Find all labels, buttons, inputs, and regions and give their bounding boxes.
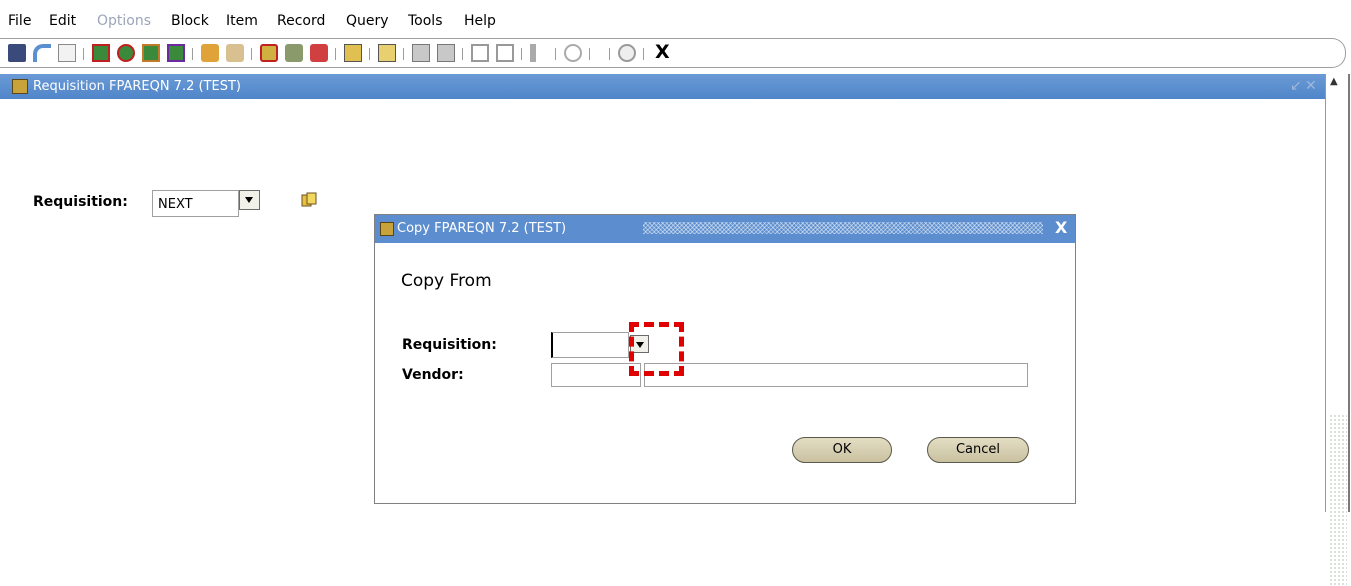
window-title: Requisition FPAREQN 7.2 (TEST)	[33, 79, 241, 94]
attachments-icon[interactable]	[412, 44, 430, 62]
vendor-id-input[interactable]	[551, 363, 641, 387]
toolbar-divider	[589, 48, 590, 60]
toolbar-divider	[521, 48, 522, 60]
dialog-app-icon	[380, 222, 394, 236]
help-icon[interactable]	[260, 44, 278, 62]
toolbar-divider	[643, 48, 644, 60]
copy-icon[interactable]	[344, 44, 362, 62]
dialog-requisition-input[interactable]	[551, 332, 629, 358]
toolbar-divider	[609, 48, 610, 60]
toolbar-divider	[369, 48, 370, 60]
menu-edit[interactable]: Edit	[49, 13, 76, 29]
copy-document-icon[interactable]	[301, 192, 317, 208]
app-icon	[12, 79, 28, 94]
close-window-icon[interactable]: ✕	[1305, 78, 1317, 94]
dialog-title: Copy FPAREQN 7.2 (TEST)	[397, 221, 567, 236]
rollback-icon[interactable]	[33, 44, 51, 62]
menu-bar: File Edit Options Block Item Record Quer…	[0, 0, 1351, 38]
insert-record-icon[interactable]	[92, 44, 110, 62]
vendor-name-input[interactable]	[644, 363, 1028, 387]
cancel-query-icon[interactable]	[310, 44, 328, 62]
requisition-dropdown-button[interactable]	[239, 190, 260, 210]
highlight-annotation	[629, 322, 684, 376]
requisition-input[interactable]: NEXT	[152, 190, 239, 217]
copy-dialog: Copy FPAREQN 7.2 (TEST) X Copy From Requ…	[374, 214, 1076, 504]
title-hatch-pattern	[643, 222, 1043, 234]
target-icon[interactable]	[564, 44, 582, 62]
print-icon[interactable]	[378, 44, 396, 62]
save-icon[interactable]	[8, 44, 26, 62]
dialog-close-button[interactable]: X	[1055, 218, 1067, 237]
menu-query[interactable]: Query	[346, 13, 389, 29]
menu-options[interactable]: Options	[97, 13, 151, 29]
ok-button[interactable]: OK	[792, 437, 892, 463]
scroll-up-icon[interactable]: ▲	[1330, 76, 1338, 87]
dialog-requisition-label: Requisition:	[402, 337, 497, 353]
related-icon[interactable]	[496, 44, 514, 62]
toolbar-divider	[462, 48, 463, 60]
window-title-bar: Requisition FPAREQN 7.2 (TEST) ↙ ✕	[0, 74, 1325, 99]
menu-help[interactable]: Help	[464, 13, 496, 29]
menu-tools[interactable]: Tools	[408, 13, 443, 29]
enter-query-icon[interactable]	[201, 44, 219, 62]
menu-file[interactable]: File	[8, 13, 31, 29]
menu-item[interactable]: Item	[226, 13, 258, 29]
toolbar-divider	[403, 48, 404, 60]
scroll-track[interactable]	[1329, 414, 1347, 586]
navigate-icon[interactable]	[471, 44, 489, 62]
dialog-vendor-label: Vendor:	[402, 367, 464, 383]
toolbar-divider	[335, 48, 336, 60]
dialog-heading: Copy From	[401, 271, 492, 291]
toolbar-divider	[251, 48, 252, 60]
help-circle-icon[interactable]	[618, 44, 636, 62]
cancel-button[interactable]: Cancel	[927, 437, 1029, 463]
remove-record-icon[interactable]	[117, 44, 135, 62]
export-icon[interactable]	[437, 44, 455, 62]
sound-icon[interactable]	[530, 44, 548, 62]
dialog-title-bar: Copy FPAREQN 7.2 (TEST) X	[375, 215, 1075, 243]
next-block-icon[interactable]	[167, 44, 185, 62]
toolbar: X	[0, 38, 1346, 68]
scrollbar-border	[1348, 74, 1350, 512]
vertical-scrollbar[interactable]: ▲	[1325, 74, 1351, 586]
previous-block-icon[interactable]	[142, 44, 160, 62]
print-page-icon[interactable]	[58, 44, 76, 62]
minimize-icon[interactable]: ↙	[1290, 78, 1302, 94]
menu-block[interactable]: Block	[171, 13, 209, 29]
execute-query-icon[interactable]	[226, 44, 244, 62]
menu-record[interactable]: Record	[277, 13, 325, 29]
lov-icon[interactable]	[285, 44, 303, 62]
toolbar-divider	[192, 48, 193, 60]
requisition-label: Requisition:	[33, 194, 128, 210]
toolbar-divider	[83, 48, 84, 60]
exit-button[interactable]: X	[655, 41, 670, 63]
toolbar-divider	[555, 48, 556, 60]
